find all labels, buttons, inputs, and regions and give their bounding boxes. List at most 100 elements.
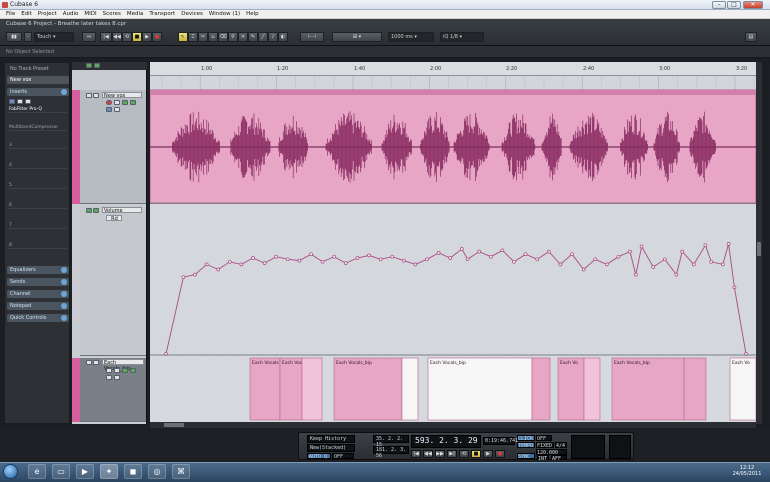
record-button[interactable]: ● <box>152 32 162 42</box>
sends-section[interactable]: Sends <box>7 278 69 286</box>
go-to-start-button[interactable]: |◀ <box>411 450 421 458</box>
horizontal-scrollbar[interactable] <box>150 422 756 428</box>
sync-button[interactable]: SYNC <box>517 453 535 460</box>
camera-app-icon[interactable]: ◼ <box>124 464 142 479</box>
quick-controls-section[interactable]: Quick Controls <box>7 314 69 322</box>
erase-tool[interactable]: ⌫ <box>218 32 228 42</box>
automation-value[interactable]: Rd <box>106 215 122 222</box>
timeline-ruler[interactable]: 1:00 1:20 1:40 2:00 2:20 2:40 3:00 3:20 <box>150 62 756 76</box>
insert-slot-2[interactable]: MultibandCompressor <box>9 125 67 131</box>
read-automation-button-2[interactable] <box>122 368 128 373</box>
menu-edit[interactable]: Edit <box>18 10 35 18</box>
automation-parameter-name[interactable]: Volume <box>102 207 142 214</box>
solo-button-2[interactable] <box>93 360 99 365</box>
inserts-bypass-icon[interactable] <box>9 99 15 104</box>
menu-file[interactable]: File <box>3 10 18 18</box>
lane-button-2[interactable] <box>106 375 112 380</box>
automation-mode-select[interactable]: Touch ▾ <box>34 32 74 42</box>
mute-tool[interactable]: ✕ <box>238 32 248 42</box>
track-preset-label[interactable]: No Track Preset <box>7 65 69 73</box>
menu-window[interactable]: Window (1) <box>206 10 243 18</box>
window-layout-button[interactable]: ▤ <box>745 32 757 42</box>
start-button-icon[interactable] <box>3 464 18 479</box>
automation-read-button[interactable] <box>86 208 92 213</box>
menu-scores[interactable]: Scores <box>100 10 124 18</box>
write-automation-button[interactable] <box>130 100 136 105</box>
record-button[interactable]: ● <box>495 450 505 458</box>
click-button[interactable]: CLICK <box>517 435 535 442</box>
vertical-scrollbar[interactable] <box>756 62 762 424</box>
auto-scroll-button[interactable]: ⇔ <box>82 32 96 42</box>
cycle-button[interactable]: ⟲ <box>122 32 132 42</box>
play-button[interactable]: ▶ <box>142 32 152 42</box>
stop-button[interactable]: ■ <box>132 32 142 42</box>
menu-midi[interactable]: MIDI <box>81 10 99 18</box>
arrange-canvas[interactable]: Each Vocals Each Voc Each Vocals_bip Each V… <box>150 76 756 422</box>
insert-slot-6[interactable]: 6 <box>9 203 67 209</box>
nudge-value-select[interactable]: 1000 ms ▾ <box>388 32 434 42</box>
rewind-button[interactable]: ◀◀ <box>112 32 122 42</box>
go-to-start-button[interactable]: |◀ <box>100 32 112 42</box>
left-locator[interactable]: 35. 2. 2. 15 <box>373 435 409 448</box>
rewind-button[interactable]: ◀◀ <box>423 450 433 458</box>
menu-transport[interactable]: Transport <box>146 10 178 18</box>
menu-help[interactable]: Help <box>243 10 262 18</box>
channel-section[interactable]: Channel <box>7 290 69 298</box>
menu-media[interactable]: Media <box>124 10 147 18</box>
time-display[interactable]: 0:19:46.741 <box>483 437 518 445</box>
lane-button[interactable] <box>106 107 112 112</box>
marker-panel[interactable] <box>571 435 605 459</box>
media-player-icon[interactable]: ▶ <box>76 464 94 479</box>
automation-write-button[interactable] <box>93 208 99 213</box>
track-name-new-vox[interactable]: New vox <box>102 92 142 99</box>
stop-button[interactable]: ■ <box>471 450 481 458</box>
cubase-taskbar-icon[interactable]: ✦ <box>100 464 118 479</box>
insert-slot-1[interactable]: FabFilter Pro-Q <box>9 107 67 113</box>
monitor-button[interactable] <box>114 100 120 105</box>
record-enable-button[interactable] <box>106 100 112 105</box>
maximize-button[interactable]: □ <box>727 1 741 9</box>
file-explorer-icon[interactable]: ▭ <box>52 464 70 479</box>
range-tool[interactable]: ⌶ <box>188 32 198 42</box>
constrain-delay-button[interactable]: · <box>24 32 32 42</box>
menu-devices[interactable]: Devices <box>178 10 206 18</box>
inserts-menu-icon[interactable] <box>25 99 31 104</box>
section-toggle-icon[interactable] <box>61 89 67 95</box>
auto-quantize-button[interactable]: AUTO Q <box>307 453 331 460</box>
add-track-icon[interactable] <box>86 63 92 68</box>
track-header-each-vocals[interactable]: Each Vocals_bip <box>80 358 146 422</box>
cycle-button[interactable]: ⟲ <box>459 450 469 458</box>
track-color-strip[interactable] <box>72 90 80 204</box>
inspector-track-name[interactable]: New vox <box>7 76 69 84</box>
draw-tool[interactable]: ✎ <box>248 32 258 42</box>
right-locator[interactable]: 181. 2. 3. 56 <box>373 446 409 459</box>
position-display[interactable]: 593. 2. 3. 29 <box>411 435 481 448</box>
track-color-strip-2[interactable] <box>72 358 80 422</box>
scroll-thumb[interactable] <box>164 423 184 427</box>
glue-tool[interactable]: ⌂ <box>208 32 218 42</box>
track-header-new-vox[interactable]: New vox <box>80 90 146 204</box>
forward-button[interactable]: ▶▶ <box>435 450 445 458</box>
close-button[interactable]: ✕ <box>743 1 763 9</box>
internet-explorer-icon[interactable]: e <box>28 464 46 479</box>
insert-slot-8[interactable]: 8 <box>9 243 67 249</box>
zoom-tool[interactable]: ⚲ <box>228 32 238 42</box>
time-signature[interactable]: 4/4 <box>555 442 567 449</box>
event-display[interactable]: Each Vocals Each Voc Each Vocals_bip Each V… <box>150 76 756 422</box>
mute-button[interactable] <box>86 93 92 98</box>
split-tool[interactable]: ✂ <box>198 32 208 42</box>
minimize-button[interactable]: – <box>712 1 726 9</box>
track-filter-icon[interactable] <box>94 63 100 68</box>
inserts-edit-icon[interactable] <box>17 99 23 104</box>
scroll-thumb[interactable] <box>757 242 761 256</box>
record-mode[interactable]: New(Stacked) <box>307 444 355 452</box>
grid-type-select[interactable]: ⊞ ▾ <box>332 32 382 42</box>
equalizers-section[interactable]: Equalizers <box>7 266 69 274</box>
object-selection-tool[interactable]: ↖ <box>178 32 188 42</box>
edit-channel-button[interactable] <box>114 107 120 112</box>
mute-button-2[interactable] <box>86 360 92 365</box>
insert-slot-3[interactable]: 3 <box>9 143 67 149</box>
edit-channel-button-2[interactable] <box>114 375 120 380</box>
monitor-button-2[interactable] <box>114 368 120 373</box>
menu-audio[interactable]: Audio <box>60 10 82 18</box>
